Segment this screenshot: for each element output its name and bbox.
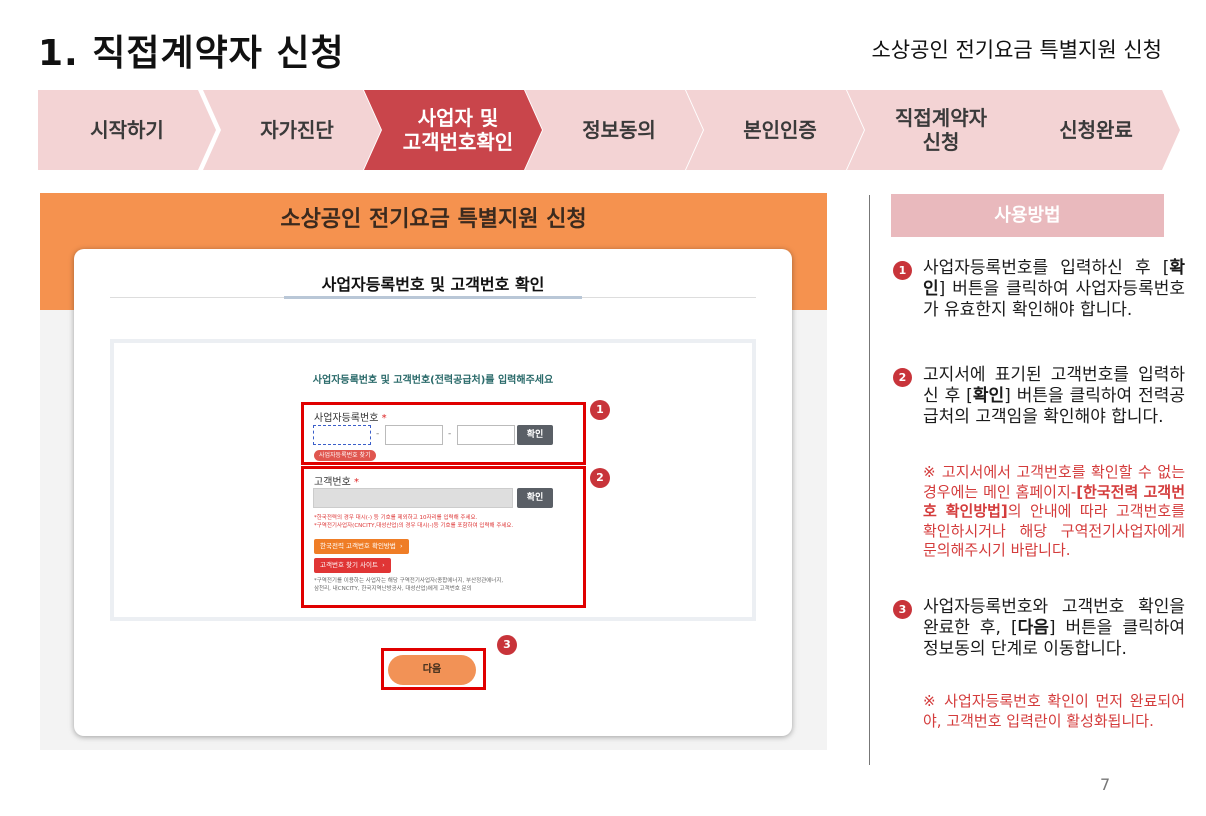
step-start: 시작하기 [38, 90, 216, 170]
page-title: 1. 직접계약자 신청 [38, 33, 345, 74]
form-screenshot: 소상공인 전기요금 특별지원 신청 사업자등록번호 및 고객번호 확인 사업자등… [40, 193, 827, 750]
step-identity-verification: 본인인증 [686, 90, 864, 170]
progress-steps: 시작하기 자가진단 사업자 및 고객번호확인 정보동의 본인인증 직접계약자 신청 … [38, 90, 1180, 170]
usage-step-2-note: ※ 고지서에서 고객번호를 확인할 수 없는 경우에는 메인 홈페이지-[한국전… [923, 463, 1186, 559]
highlight-box-2 [301, 466, 586, 608]
usage-step-1-text: 사업자등록번호를 입력하신 후 [확인] 버튼을 클릭하여 사업자등록번호가 유… [923, 258, 1185, 320]
page-number: 7 [1100, 775, 1111, 794]
usage-badge-1: 1 [893, 261, 912, 280]
step-business-customer-check: 사업자 및 고객번호확인 [364, 90, 542, 170]
step-direct-contract-apply: 직접계약자 신청 [847, 90, 1025, 170]
highlight-box-3 [381, 648, 486, 690]
usage-badge-3: 3 [893, 600, 912, 619]
vertical-divider [869, 195, 870, 765]
form-header-title: 소상공인 전기요금 특별지원 신청 [280, 207, 587, 232]
card-title: 사업자등록번호 및 고객번호 확인 [321, 275, 545, 294]
page-subtitle: 소상공인 전기요금 특별지원 신청 [871, 38, 1162, 62]
card-title-underline [284, 296, 582, 299]
usage-header: 사용방법 [891, 194, 1164, 237]
step-badge-1: 1 [590, 400, 610, 420]
usage-step-2-text: 고지서에 표기된 고객번호를 입력하신 후 [확인] 버튼을 클릭하여 전력공급… [923, 365, 1185, 427]
usage-step-3-text: 사업자등록번호와 고객번호 확인을 완료한 후, [다음] 버튼을 클릭하여 정… [923, 597, 1186, 659]
step-badge-3: 3 [497, 635, 517, 655]
usage-step-3-note: ※ 사업자등록번호 확인이 먼저 완료되어야, 고객번호 입력란이 활성화됩니다… [923, 692, 1185, 730]
step-complete: 신청완료 [1002, 90, 1180, 170]
step-info-consent: 정보동의 [525, 90, 703, 170]
step-self-diagnosis: 자가진단 [203, 90, 381, 170]
highlight-box-1 [301, 402, 586, 465]
input-instruction: 사업자등록번호 및 고객번호(전력공급처)를 입력해주세요 [312, 375, 554, 386]
usage-badge-2: 2 [893, 368, 912, 387]
step-badge-2: 2 [590, 468, 610, 488]
